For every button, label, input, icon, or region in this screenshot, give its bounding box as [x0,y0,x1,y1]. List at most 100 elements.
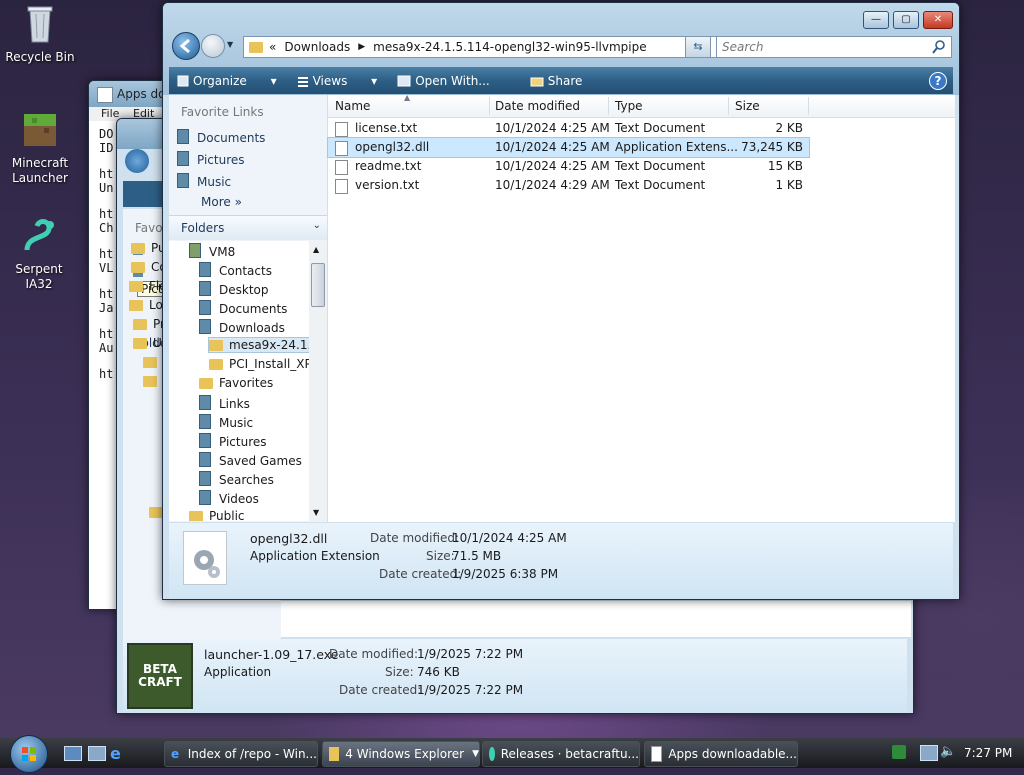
back-arrow-icon[interactable] [125,149,149,173]
tree-item[interactable]: mesa9x-24.1.5. [208,337,309,353]
network-tray-icon[interactable] [920,745,938,761]
taskbar-button-explorer[interactable]: 4 Windows Explorer ▼ [322,741,480,767]
folders-label: Folders [181,221,225,235]
tree-item[interactable]: Public [189,509,245,521]
desktop-icon-serpent[interactable]: Serpent IA32 [1,214,77,292]
tree-item[interactable]: Saved Games [199,452,302,468]
file-row[interactable]: opengl32.dll 10/1/2024 4:25 AM Application… [327,137,810,158]
folder-icon [129,281,143,292]
notepad-text[interactable]: DO ID ht Un ht Ch ht VL ht Ja ht Au ht [99,127,113,381]
tree-item[interactable]: PCI_Install_XP_ [209,357,309,371]
more-label: More [201,195,231,209]
tree-item[interactable]: Desktop [199,281,269,297]
tree-item[interactable]: Contacts [199,262,272,278]
file-row[interactable]: readme.txt 10/1/2024 4:25 AM Text Document… [328,157,955,176]
tree-item[interactable]: Videos [199,490,259,506]
tree-item[interactable]: Searches [199,471,274,487]
detail-label-date-created: Date created: [379,567,462,581]
folder-tree[interactable]: VM8 Contacts Desktop Documents Downloads mesa… [169,241,309,521]
refresh-icon[interactable]: ⇆ [685,36,711,58]
library-icon [199,471,211,486]
scroll-up-arrow-icon[interactable]: ▲ [313,245,319,254]
file-date: 10/1/2024 4:25 AM [495,159,610,173]
favorite-link-pictures[interactable]: Pictures [177,151,245,167]
desktop-icon-recycle-bin[interactable]: Recycle Bin [2,2,78,65]
internet-explorer-icon[interactable]: e [110,744,121,763]
close-button[interactable]: ✕ [923,11,953,29]
file-row[interactable]: version.txt 10/1/2024 4:29 AM Text Documen… [328,176,955,195]
open-with-icon [397,75,411,86]
taskbar-button-serpent[interactable]: Releases · betacraftu... [482,741,640,767]
tree-scrollbar[interactable]: ▲ ▼ [309,241,327,521]
tree-item-label: Music [219,416,254,430]
start-button[interactable] [10,735,48,773]
column-header-type[interactable]: Type [615,99,643,113]
notepad-line: DO [99,127,114,141]
security-tray-icon[interactable] [892,745,906,759]
tree-item[interactable]: Documents [199,300,287,316]
forward-button[interactable] [201,34,225,58]
column-divider[interactable] [608,97,609,115]
recycle-bin-icon [18,2,62,46]
views-button[interactable]: Views ▾ [297,74,377,88]
desktop-icon-minecraft[interactable]: Minecraft Launcher [2,108,78,186]
tree-item-label: VM8 [209,245,236,259]
tree-item[interactable]: Links [199,395,250,411]
help-icon[interactable]: ? [929,72,947,90]
column-header-date-modified[interactable]: Date modified [495,99,580,113]
tree-item[interactable]: VM8 [189,243,235,259]
file-name: readme.txt [355,159,422,173]
breadcrumb-downloads[interactable]: Downloads [284,40,350,54]
file-size: 73,245 KB [741,140,803,154]
tree-item[interactable]: Pictures [199,433,267,449]
taskbar-button-notepad[interactable]: Apps downloadable... [644,741,798,767]
search-box[interactable]: Search [716,36,952,58]
organize-button[interactable]: Organize ▾ [177,74,277,88]
search-icon[interactable] [932,40,946,54]
recent-pages-dropdown[interactable]: ▼ [227,40,233,49]
more-links-button[interactable]: More » [201,195,242,209]
column-divider[interactable] [808,97,809,115]
file-date: 10/1/2024 4:25 AM [495,140,610,154]
organize-label: Organize [193,73,247,88]
share-button[interactable]: Share [530,74,603,88]
explorer-window[interactable]: — ▢ ✕ ▼ « Downloads ▶ mesa9x-24.1.5.114-… [162,2,960,600]
notepad-line: Ch [99,221,114,235]
back-arrow-icon [179,38,190,54]
favorite-link-music[interactable]: Music [177,173,231,189]
column-header-size[interactable]: Size [735,99,760,113]
library-icon [199,414,211,429]
address-overflow-chevron[interactable]: « [269,40,276,54]
breadcrumb-mesa-folder[interactable]: mesa9x-24.1.5.114-opengl32-win95-llvmpip… [373,40,646,54]
column-divider[interactable] [728,97,729,115]
tree-item[interactable]: Favorites [199,376,273,390]
notepad-line: Un [99,181,114,195]
show-desktop-icon[interactable] [64,746,82,761]
taskbar-button-ie[interactable]: e Index of /repo - Win... [164,741,318,767]
volume-muted-icon[interactable]: 🔈 [940,744,956,759]
minimize-button[interactable]: — [863,11,889,29]
file-row[interactable]: license.txt 10/1/2024 4:25 AM Text Documen… [328,119,955,138]
file-list-pane[interactable]: Name ▲ Date modified Type Size license.t… [327,93,955,522]
notepad-line: ID [99,141,114,155]
tree-item-label: Contacts [219,264,272,278]
scrollbar-thumb[interactable] [311,263,325,307]
maximize-button[interactable]: ▢ [893,11,919,29]
open-with-button[interactable]: Open With... [397,74,510,88]
folders-header[interactable]: Folders ⌄ [169,215,327,240]
taskbar-button-label: Releases · betacraftu... [500,747,639,761]
breadcrumb-separator-icon[interactable]: ▶ [358,42,365,52]
clock[interactable]: 7:27 PM [964,746,1012,760]
switch-windows-icon[interactable] [88,746,106,761]
betacraft-thumbnail: BETA CRAFT [127,643,193,709]
notepad-line: ht [99,327,114,341]
column-divider[interactable] [489,97,490,115]
tree-item[interactable]: Downloads [199,319,285,335]
file-type: Text Document [615,178,706,192]
tree-item[interactable]: Music [199,414,253,430]
scroll-down-arrow-icon[interactable]: ▼ [313,508,319,517]
favorite-link-documents[interactable]: Documents [177,129,265,145]
notepad-line: Ja [99,301,114,315]
back-button[interactable] [172,32,200,60]
column-header-name[interactable]: Name [335,99,370,113]
